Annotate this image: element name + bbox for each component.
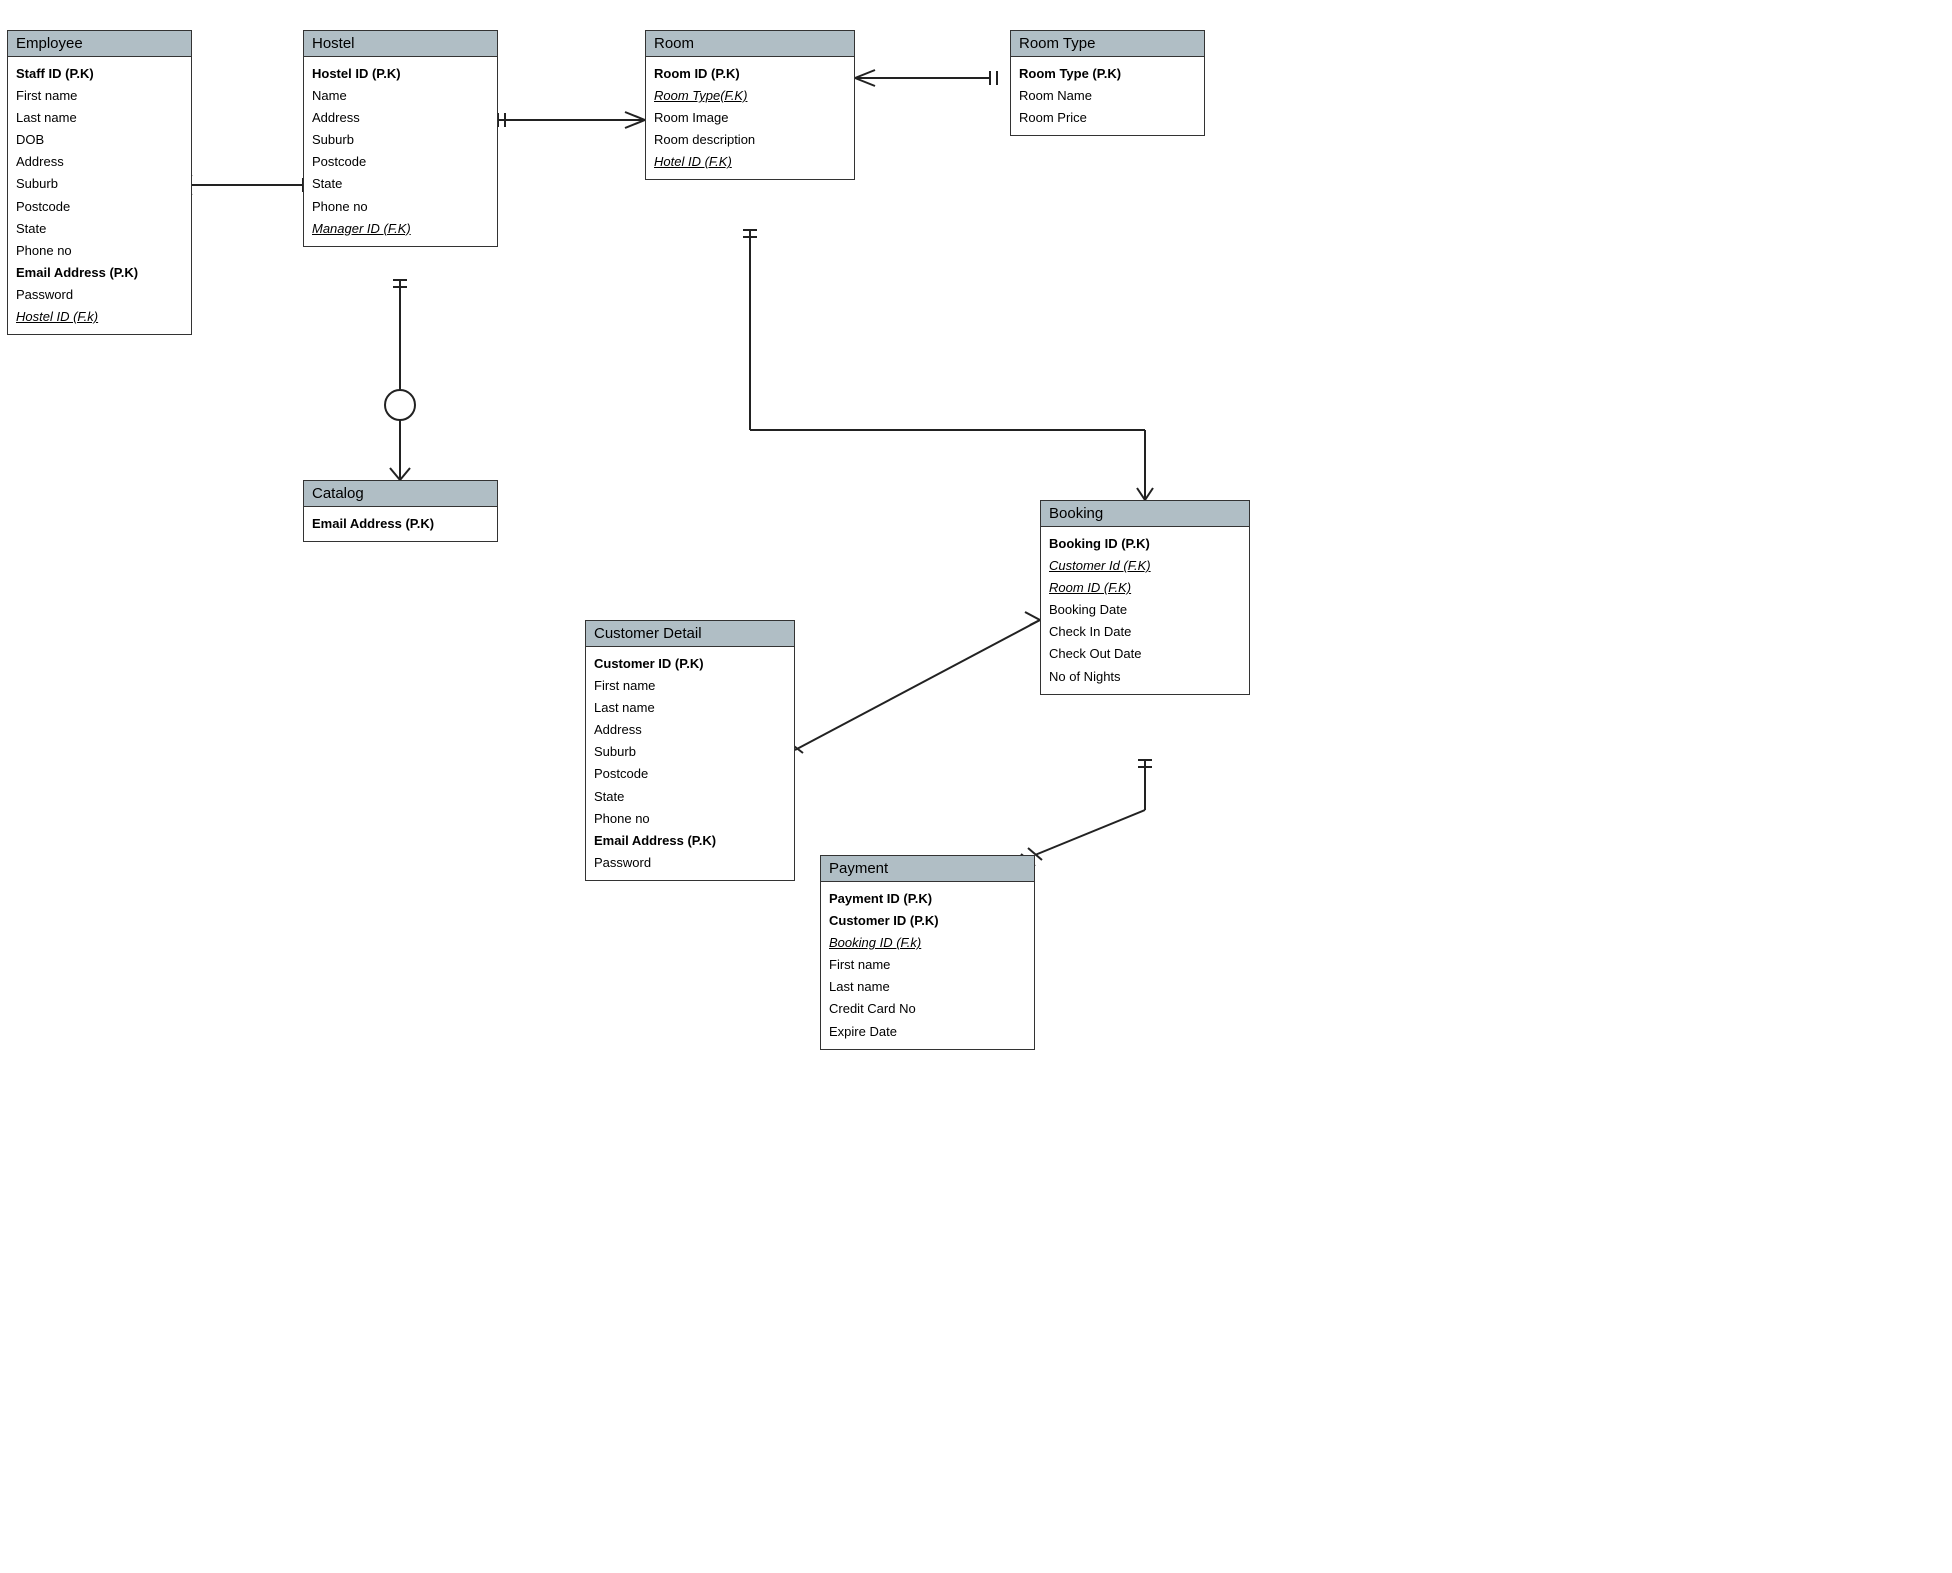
entity-header-room_type: Room Type [1011,31,1204,57]
entity-body-booking: Booking ID (P.K)Customer Id (F.K)Room ID… [1041,527,1249,694]
entity-header-room: Room [646,31,854,57]
field-hostel-7: Manager ID (F.K) [312,218,489,240]
field-customer_detail-2: Last name [594,697,786,719]
field-hostel-1: Name [312,85,489,107]
field-payment-5: Credit Card No [829,998,1026,1020]
field-booking-2: Room ID (F.K) [1049,577,1241,599]
connections-layer [0,0,1952,1573]
entity-body-hostel: Hostel ID (P.K)NameAddressSuburbPostcode… [304,57,497,246]
entity-customer_detail: Customer DetailCustomer ID (P.K)First na… [585,620,795,881]
entity-body-room_type: Room Type (P.K)Room NameRoom Price [1011,57,1204,135]
entity-room_type: Room TypeRoom Type (P.K)Room NameRoom Pr… [1010,30,1205,136]
entity-header-hostel: Hostel [304,31,497,57]
field-customer_detail-0: Customer ID (P.K) [594,653,786,675]
field-room_type-0: Room Type (P.K) [1019,63,1196,85]
field-hostel-5: State [312,173,489,195]
entity-body-room: Room ID (P.K)Room Type(F.K)Room ImageRoo… [646,57,854,179]
entity-header-payment: Payment [821,856,1034,882]
field-payment-0: Payment ID (P.K) [829,888,1026,910]
field-employee-7: State [16,218,183,240]
field-employee-0: Staff ID (P.K) [16,63,183,85]
field-payment-6: Expire Date [829,1021,1026,1043]
field-employee-5: Suburb [16,173,183,195]
field-payment-1: Customer ID (P.K) [829,910,1026,932]
field-employee-10: Password [16,284,183,306]
field-payment-2: Booking ID (F.k) [829,932,1026,954]
field-hostel-6: Phone no [312,196,489,218]
entity-catalog: Catalog Email Address (P.K) [303,480,498,542]
field-room-1: Room Type(F.K) [654,85,846,107]
entity-body-catalog: Email Address (P.K) [304,507,497,541]
field-catalog-0: Email Address (P.K) [312,513,489,535]
field-employee-3: DOB [16,129,183,151]
field-booking-0: Booking ID (P.K) [1049,533,1241,555]
field-employee-2: Last name [16,107,183,129]
field-room_type-1: Room Name [1019,85,1196,107]
field-employee-4: Address [16,151,183,173]
field-payment-4: Last name [829,976,1026,998]
entity-header-booking: Booking [1041,501,1249,527]
field-booking-1: Customer Id (F.K) [1049,555,1241,577]
field-booking-4: Check In Date [1049,621,1241,643]
field-employee-11: Hostel ID (F.k) [16,306,183,328]
field-customer_detail-6: State [594,786,786,808]
field-booking-3: Booking Date [1049,599,1241,621]
field-booking-6: No of Nights [1049,666,1241,688]
entity-payment: PaymentPayment ID (P.K)Customer ID (P.K)… [820,855,1035,1050]
field-customer_detail-3: Address [594,719,786,741]
field-customer_detail-9: Password [594,852,786,874]
entity-hostel: HostelHostel ID (P.K)NameAddressSuburbPo… [303,30,498,247]
field-room_type-2: Room Price [1019,107,1196,129]
entity-employee: EmployeeStaff ID (P.K)First nameLast nam… [7,30,192,335]
entity-header-catalog: Catalog [304,481,497,507]
entity-room: RoomRoom ID (P.K)Room Type(F.K)Room Imag… [645,30,855,180]
field-employee-6: Postcode [16,196,183,218]
entity-body-customer_detail: Customer ID (P.K)First nameLast nameAddr… [586,647,794,880]
entity-body-payment: Payment ID (P.K)Customer ID (P.K)Booking… [821,882,1034,1049]
entity-body-employee: Staff ID (P.K)First nameLast nameDOBAddr… [8,57,191,334]
entity-header-employee: Employee [8,31,191,57]
field-hostel-4: Postcode [312,151,489,173]
entity-header-customer_detail: Customer Detail [586,621,794,647]
field-employee-9: Email Address (P.K) [16,262,183,284]
field-room-2: Room Image [654,107,846,129]
field-room-0: Room ID (P.K) [654,63,846,85]
field-employee-1: First name [16,85,183,107]
entity-booking: BookingBooking ID (P.K)Customer Id (F.K)… [1040,500,1250,695]
field-payment-3: First name [829,954,1026,976]
field-employee-8: Phone no [16,240,183,262]
field-hostel-2: Address [312,107,489,129]
field-hostel-0: Hostel ID (P.K) [312,63,489,85]
field-customer_detail-4: Suburb [594,741,786,763]
field-customer_detail-5: Postcode [594,763,786,785]
field-customer_detail-1: First name [594,675,786,697]
field-customer_detail-8: Email Address (P.K) [594,830,786,852]
field-customer_detail-7: Phone no [594,808,786,830]
field-booking-5: Check Out Date [1049,643,1241,665]
field-hostel-3: Suburb [312,129,489,151]
field-room-3: Room description [654,129,846,151]
field-room-4: Hotel ID (F.K) [654,151,846,173]
